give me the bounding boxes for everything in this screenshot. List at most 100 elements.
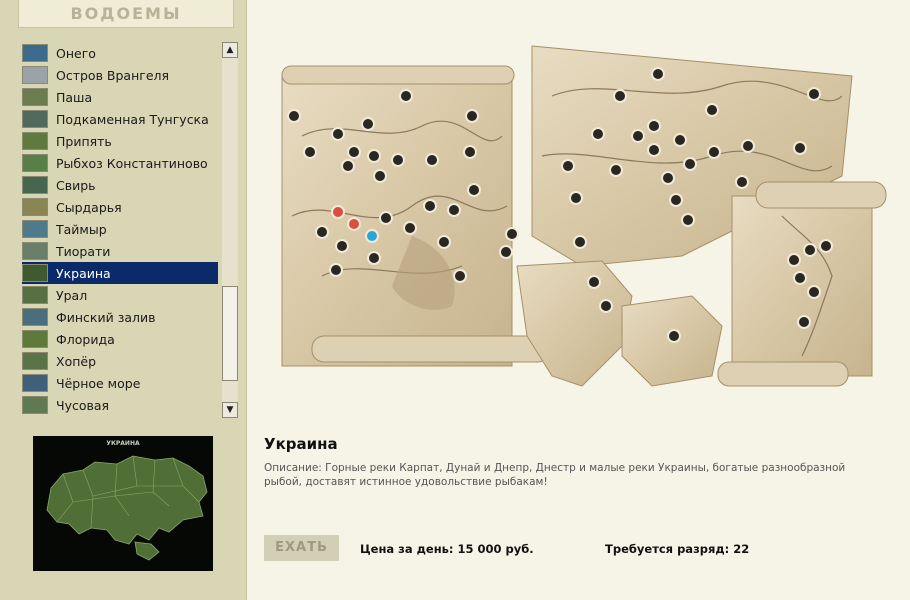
map-marker[interactable]	[437, 235, 451, 249]
map-marker[interactable]	[793, 141, 807, 155]
map-marker[interactable]	[591, 127, 605, 141]
map-marker[interactable]	[331, 127, 345, 141]
map-marker[interactable]	[587, 275, 601, 289]
map-marker[interactable]	[599, 299, 613, 313]
list-item-label: Украина	[56, 265, 111, 281]
map-marker[interactable]	[341, 159, 355, 173]
list-item-label: Флорида	[56, 331, 115, 347]
list-item[interactable]: Хопёр	[22, 350, 218, 372]
list-scrollbar[interactable]: ▲ ▼	[222, 42, 238, 418]
list-item[interactable]: Урал	[22, 284, 218, 306]
map-marker[interactable]	[735, 175, 749, 189]
map-marker[interactable]	[379, 211, 393, 225]
map-marker[interactable]	[373, 169, 387, 183]
map-marker[interactable]	[803, 243, 817, 257]
map-marker[interactable]	[793, 271, 807, 285]
map-marker[interactable]	[391, 153, 405, 167]
map-marker[interactable]	[609, 163, 623, 177]
map-marker[interactable]	[505, 227, 519, 241]
river-thumbnail-icon	[22, 198, 48, 216]
map-marker[interactable]	[667, 329, 681, 343]
map-marker[interactable]	[741, 139, 755, 153]
list-item-label: Подкаменная Тунгуска	[56, 111, 209, 127]
map-marker[interactable]	[681, 213, 695, 227]
map-marker[interactable]	[287, 109, 301, 123]
list-item-label: Чусовая	[56, 397, 110, 413]
list-item-selected[interactable]: Украина	[22, 262, 218, 284]
map-marker[interactable]	[797, 315, 811, 329]
map-marker[interactable]	[661, 171, 675, 185]
map-marker[interactable]	[367, 251, 381, 265]
map-marker[interactable]	[453, 269, 467, 283]
list-item[interactable]: Свирь	[22, 174, 218, 196]
map-marker[interactable]	[573, 235, 587, 249]
map-marker[interactable]	[705, 103, 719, 117]
map-marker[interactable]	[647, 119, 661, 133]
map-marker[interactable]	[399, 89, 413, 103]
list-item[interactable]: Финский залив	[22, 306, 218, 328]
map-marker[interactable]	[315, 225, 329, 239]
world-map[interactable]	[262, 36, 892, 420]
list-item[interactable]: Остров Врангеля	[22, 64, 218, 86]
map-marker[interactable]	[613, 89, 627, 103]
list-item-label: Тиорати	[56, 243, 111, 259]
list-item-label: Свирь	[56, 177, 96, 193]
map-marker[interactable]	[467, 183, 481, 197]
map-marker[interactable]	[403, 221, 417, 235]
map-marker[interactable]	[367, 149, 381, 163]
price-per-day: Цена за день: 15 000 руб.	[360, 542, 534, 556]
list-item[interactable]: Тиорати	[22, 240, 218, 262]
scroll-up-button[interactable]: ▲	[222, 42, 238, 58]
map-marker[interactable]	[561, 159, 575, 173]
map-marker-active[interactable]	[347, 217, 361, 231]
map-marker[interactable]	[683, 157, 697, 171]
map-marker[interactable]	[499, 245, 513, 259]
map-marker-active[interactable]	[331, 205, 345, 219]
map-marker[interactable]	[347, 145, 361, 159]
list-item[interactable]: Паша	[22, 86, 218, 108]
map-marker[interactable]	[447, 203, 461, 217]
map-marker[interactable]	[647, 143, 661, 157]
map-marker[interactable]	[569, 191, 583, 205]
list-item-label: Урал	[56, 287, 88, 303]
map-marker[interactable]	[463, 145, 477, 159]
map-marker[interactable]	[329, 263, 343, 277]
list-item[interactable]: Рыбхоз Константиново	[22, 152, 218, 174]
map-marker[interactable]	[819, 239, 833, 253]
waterbody-list[interactable]: Онего Остров Врангеля Паша Подкаменная Т…	[22, 42, 218, 418]
go-button[interactable]: ЕХАТЬ	[264, 535, 339, 561]
map-marker[interactable]	[335, 239, 349, 253]
map-marker[interactable]	[707, 145, 721, 159]
list-item[interactable]: Подкаменная Тунгуска	[22, 108, 218, 130]
map-marker[interactable]	[423, 199, 437, 213]
list-item[interactable]: Сырдарья	[22, 196, 218, 218]
list-item[interactable]: Онего	[22, 42, 218, 64]
scroll-thumb[interactable]	[222, 286, 238, 381]
list-item-label: Припять	[56, 133, 112, 149]
map-marker[interactable]	[669, 193, 683, 207]
list-item[interactable]: Флорида	[22, 328, 218, 350]
map-marker[interactable]	[425, 153, 439, 167]
map-marker[interactable]	[361, 117, 375, 131]
map-marker[interactable]	[465, 109, 479, 123]
map-marker[interactable]	[651, 67, 665, 81]
list-item[interactable]: Чёрное море	[22, 372, 218, 394]
list-item[interactable]: Таймыр	[22, 218, 218, 240]
map-marker[interactable]	[631, 129, 645, 143]
list-item-label: Чёрное море	[56, 375, 141, 391]
map-marker[interactable]	[807, 87, 821, 101]
list-item[interactable]: Чусовая	[22, 394, 218, 416]
sidebar: ВОДОЕМЫ Онего Остров Врангеля Паша Подка…	[0, 0, 247, 600]
map-marker[interactable]	[787, 253, 801, 267]
river-thumbnail-icon	[22, 132, 48, 150]
map-marker[interactable]	[807, 285, 821, 299]
scroll-down-button[interactable]: ▼	[222, 402, 238, 418]
list-item-label: Сырдарья	[56, 199, 122, 215]
map-marker[interactable]	[673, 133, 687, 147]
bay-thumbnail-icon	[22, 308, 48, 326]
map-marker-selected[interactable]	[365, 229, 379, 243]
ukraine-map-icon	[46, 455, 208, 561]
river-thumbnail-icon	[22, 352, 48, 370]
map-marker[interactable]	[303, 145, 317, 159]
list-item[interactable]: Припять	[22, 130, 218, 152]
